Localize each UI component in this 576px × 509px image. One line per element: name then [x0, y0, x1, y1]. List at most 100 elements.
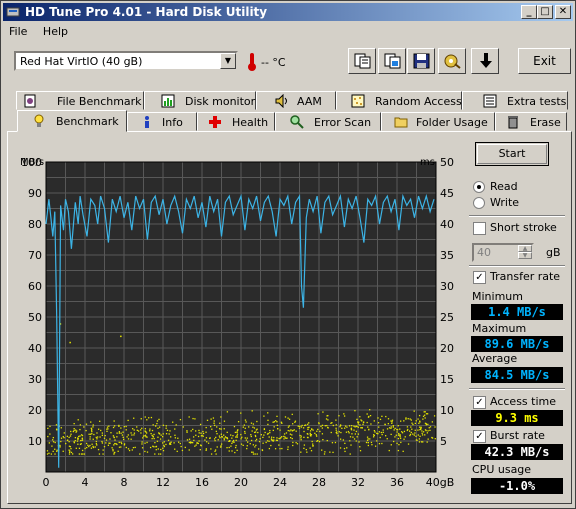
access-time-point: [317, 413, 319, 415]
access-time-point: [311, 428, 313, 430]
read-radio[interactable]: [473, 181, 485, 193]
y-left-tick-label: 90: [28, 187, 42, 200]
access-time-point: [112, 426, 115, 429]
separator: [469, 388, 565, 390]
drive-select[interactable]: Red Hat VirtIO (40 gB) ▼: [14, 51, 238, 71]
access-time-point: [378, 426, 380, 428]
access-time-point: [244, 430, 246, 433]
tab-aam[interactable]: AAM: [256, 91, 336, 110]
chevron-down-icon[interactable]: ▼: [220, 53, 236, 69]
access-time-point: [424, 429, 427, 431]
tab-erase[interactable]: Erase: [495, 112, 567, 131]
tab-benchmark[interactable]: Benchmark: [17, 110, 127, 132]
tab-health[interactable]: Health: [197, 112, 275, 131]
access-time-point: [70, 451, 73, 454]
access-time-point: [232, 441, 234, 443]
access-time-point: [111, 447, 113, 449]
access-time-point: [417, 418, 419, 420]
access-time-point: [118, 431, 121, 433]
access-time-point: [384, 423, 386, 425]
access-time-point: [81, 439, 84, 441]
access-time-point: [418, 441, 421, 443]
tab-info[interactable]: Info: [127, 112, 197, 131]
tab-disk-monitor[interactable]: Disk monitor: [144, 91, 256, 110]
copy-image-icon: [384, 53, 401, 69]
access-time-point: [397, 449, 400, 452]
tab-random-access[interactable]: Random Access: [336, 91, 462, 110]
copy-image-button[interactable]: [378, 48, 406, 74]
write-radio[interactable]: [473, 197, 485, 209]
access-time-point: [163, 441, 165, 443]
access-time-point: [360, 427, 362, 429]
access-time-point: [92, 426, 94, 428]
options-button[interactable]: [438, 48, 466, 74]
tab-folder-usage[interactable]: Folder Usage: [381, 112, 495, 131]
short-stroke-spinner[interactable]: 40 ▲ ▼: [472, 243, 534, 262]
spin-down-icon[interactable]: ▼: [518, 252, 532, 259]
menu-file[interactable]: File: [3, 23, 33, 38]
start-button[interactable]: Start: [475, 142, 549, 166]
access-time-point: [60, 427, 62, 429]
access-time-point: [392, 440, 395, 443]
access-time-point: [107, 444, 110, 446]
exit-button[interactable]: Exit: [518, 48, 571, 74]
access-time-point: [104, 434, 106, 437]
access-time-point: [236, 449, 238, 452]
save-button[interactable]: [407, 48, 435, 74]
copy-text-button[interactable]: [348, 48, 376, 74]
download-button[interactable]: [471, 48, 499, 74]
maximize-button[interactable]: □: [537, 5, 553, 19]
access-time-point: [234, 451, 236, 454]
tab-file-benchmark[interactable]: File Benchmark: [16, 91, 144, 110]
access-time-point: [106, 428, 108, 430]
access-time-point: [70, 433, 72, 435]
access-time-point: [386, 438, 388, 440]
access-time-point: [83, 453, 86, 455]
access-time-point: [151, 437, 153, 440]
access-time-point: [284, 436, 286, 438]
access-time-point: [74, 436, 77, 439]
access-time-point: [263, 428, 266, 431]
short-stroke-checkbox[interactable]: [473, 222, 486, 235]
y-left-tick-label: 50: [28, 311, 42, 324]
tab-error-scan[interactable]: Error Scan: [275, 112, 381, 131]
access-time-checkbox[interactable]: ✓: [473, 396, 486, 409]
tab-label: Erase: [530, 116, 561, 129]
access-time-point: [415, 420, 417, 422]
tab-extra-tests[interactable]: Extra tests: [462, 91, 568, 110]
access-time-point: [186, 430, 188, 432]
access-time-point: [300, 437, 302, 439]
access-time-point: [271, 439, 274, 441]
title-bar[interactable]: HD Tune Pro 4.01 - Hard Disk Utility _ □…: [3, 3, 573, 21]
access-time-point: [210, 453, 213, 455]
access-time-point: [81, 449, 84, 452]
spin-up-icon[interactable]: ▲: [518, 245, 532, 252]
access-time-point: [77, 437, 79, 439]
access-time-point: [223, 434, 225, 436]
menu-help[interactable]: Help: [37, 23, 74, 38]
access-time-point: [101, 432, 104, 434]
access-time-point: [387, 422, 389, 425]
minimize-button[interactable]: _: [521, 5, 537, 19]
access-time-point: [78, 453, 80, 455]
access-time-point: [122, 436, 124, 438]
access-time-point: [416, 439, 418, 441]
access-time-point: [408, 430, 411, 432]
access-time-point: [52, 436, 55, 439]
access-time-point: [373, 420, 375, 422]
access-time-point: [286, 437, 288, 439]
separator: [469, 265, 565, 267]
transfer-rate-checkbox[interactable]: ✓: [473, 271, 486, 284]
error-scan-icon: [290, 115, 304, 129]
access-time-point: [139, 453, 141, 455]
access-time-point: [417, 434, 419, 436]
access-time-point: [235, 436, 237, 438]
access-time-point: [99, 420, 101, 422]
access-time-point: [318, 422, 320, 424]
access-time-point: [344, 427, 346, 429]
trash-icon: [508, 116, 518, 129]
access-time-point: [308, 422, 310, 424]
access-time-point: [355, 425, 357, 427]
burst-rate-checkbox[interactable]: ✓: [473, 430, 486, 443]
close-button[interactable]: ✕: [555, 5, 571, 19]
